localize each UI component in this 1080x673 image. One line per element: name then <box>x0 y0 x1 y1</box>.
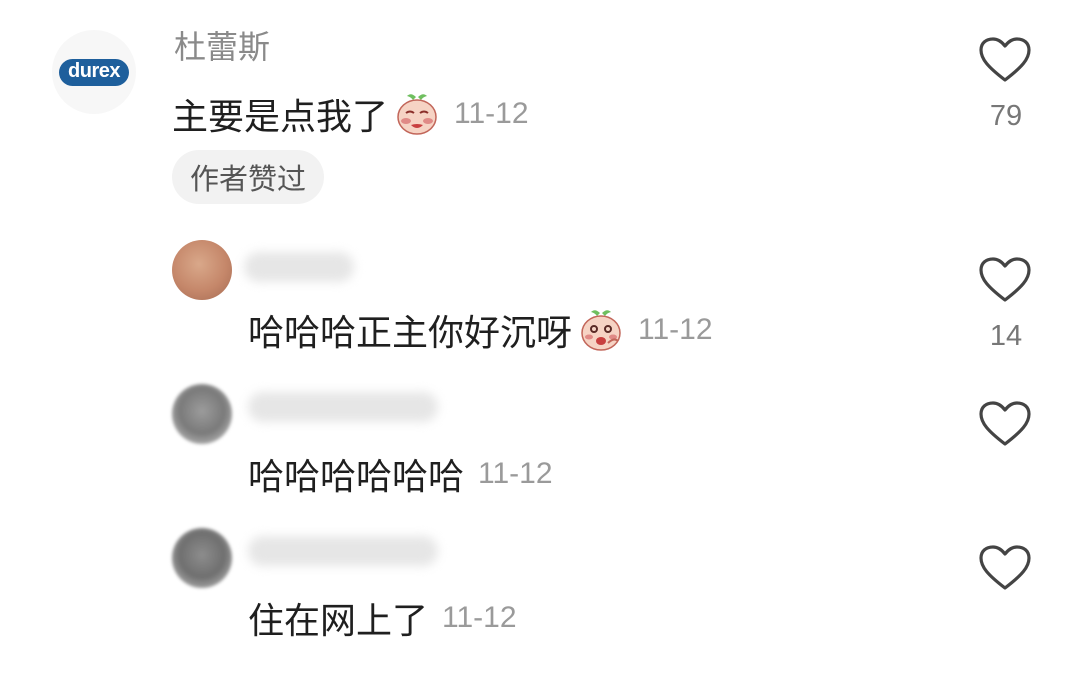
reply-2-text: 哈哈哈哈哈哈 <box>248 457 465 498</box>
reply-1-avatar[interactable] <box>172 240 232 300</box>
comment-1-date: 11-12 <box>454 97 529 130</box>
reply-2[interactable]: 哈哈哈哈哈哈 11-12 <box>248 448 553 500</box>
heart-outline-icon[interactable] <box>978 36 1032 84</box>
reply-3[interactable]: 住在网上了 11-12 <box>248 592 517 644</box>
reply-1-username-blurred[interactable] <box>244 252 354 282</box>
comment-1-like-count: 79 <box>989 100 1023 132</box>
durex-logo: durex <box>59 58 129 86</box>
reply-2-username-blurred[interactable] <box>248 392 438 422</box>
reply-2-date: 11-12 <box>478 457 553 490</box>
comment-1-username[interactable]: 杜蕾斯 <box>174 22 270 68</box>
durex-avatar[interactable]: durex <box>52 30 136 114</box>
comment-1[interactable]: 主要是点我了 11-12 <box>172 88 529 140</box>
reply-3-date: 11-12 <box>442 601 517 634</box>
comment-1-text: 主要是点我了 <box>172 97 389 138</box>
heart-outline-icon[interactable] <box>978 256 1032 304</box>
heart-outline-icon[interactable] <box>978 400 1032 448</box>
reply-1-like-count: 14 <box>989 320 1023 352</box>
author-liked-badge: 作者赞过 <box>172 150 325 204</box>
reply-3-text: 住在网上了 <box>248 601 429 642</box>
laughing-peach-emoji <box>581 310 621 351</box>
reply-1-text: 哈哈哈正主你好沉呀 <box>248 313 573 354</box>
reply-3-username-blurred[interactable] <box>248 536 438 566</box>
reply-1[interactable]: 哈哈哈正主你好沉呀 11-12 <box>248 304 713 356</box>
heart-outline-icon[interactable] <box>978 544 1032 592</box>
shy-peach-emoji <box>397 94 437 135</box>
reply-3-avatar[interactable] <box>172 528 232 588</box>
reply-2-avatar[interactable] <box>172 384 232 444</box>
reply-1-date: 11-12 <box>638 313 713 346</box>
